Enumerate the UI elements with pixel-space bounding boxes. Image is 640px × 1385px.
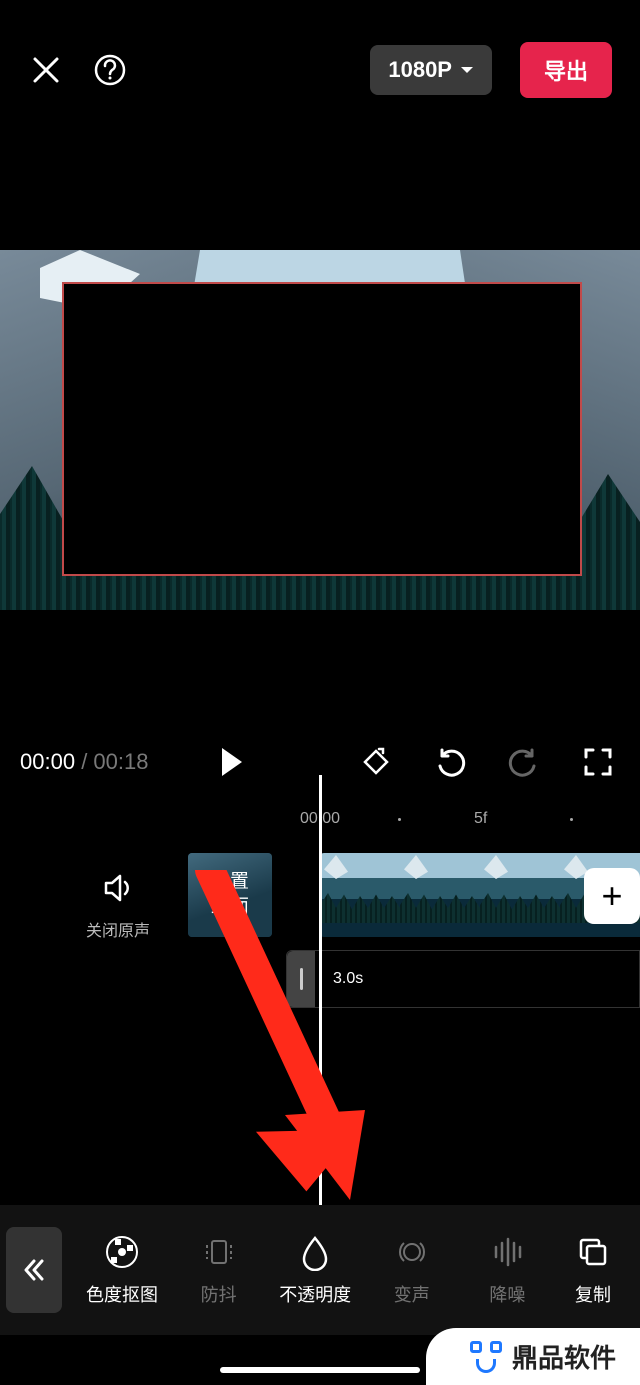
tool-stabilize[interactable]: 防抖 — [184, 1233, 254, 1307]
time-display: 00:00 / 00:18 — [20, 749, 148, 775]
clip-duration: 3.0s — [333, 970, 363, 988]
tool-opacity[interactable]: 不透明度 — [279, 1233, 351, 1307]
tool-voice-change[interactable]: 变声 — [377, 1233, 447, 1307]
chevron-double-left-icon — [20, 1256, 48, 1284]
redo-button[interactable] — [502, 740, 546, 784]
denoise-icon — [488, 1233, 526, 1271]
tool-label: 复制 — [575, 1281, 611, 1307]
cover-label: 设置 封面 — [211, 870, 249, 919]
watermark-text: 鼎品软件 — [512, 1338, 616, 1375]
watermark-logo-icon — [470, 1341, 502, 1373]
set-cover-button[interactable]: 设置 封面 — [188, 853, 272, 937]
current-time: 00:00 — [20, 749, 75, 774]
close-icon[interactable] — [28, 52, 64, 88]
speaker-icon — [100, 870, 136, 906]
clip-trim-handle[interactable] — [287, 951, 315, 1007]
tool-label: 防抖 — [201, 1281, 237, 1307]
opacity-icon — [296, 1233, 334, 1271]
tool-copy[interactable]: 复制 — [568, 1233, 618, 1307]
ruler-tick: 5f — [474, 810, 487, 828]
help-icon[interactable] — [92, 52, 128, 88]
tool-denoise[interactable]: 降噪 — [472, 1233, 542, 1307]
watermark: 鼎品软件 — [426, 1328, 640, 1385]
playhead[interactable] — [319, 775, 322, 1205]
mute-audio-button[interactable]: 关闭原声 — [86, 870, 150, 941]
total-time: 00:18 — [93, 749, 148, 774]
home-indicator[interactable] — [220, 1367, 420, 1373]
voice-icon — [393, 1233, 431, 1271]
tool-chroma-key[interactable]: 色度抠图 — [86, 1233, 158, 1307]
tool-label: 色度抠图 — [86, 1281, 158, 1307]
fullscreen-button[interactable] — [576, 740, 620, 784]
overlay-clip-track[interactable]: 3.0s — [286, 950, 640, 1008]
chevron-down-icon — [460, 65, 474, 75]
toolbar-back-button[interactable] — [6, 1227, 62, 1313]
chroma-icon — [103, 1233, 141, 1271]
keyframe-button[interactable] — [354, 740, 398, 784]
add-clip-button[interactable]: + — [584, 868, 640, 924]
plus-icon: + — [601, 875, 622, 917]
undo-button[interactable] — [428, 740, 472, 784]
resolution-label: 1080P — [388, 57, 452, 83]
play-icon — [222, 748, 242, 776]
overlay-clip-bounds[interactable] — [62, 282, 582, 576]
export-button[interactable]: 导出 — [520, 42, 612, 98]
resolution-button[interactable]: 1080P — [370, 45, 492, 95]
copy-icon — [574, 1233, 612, 1271]
tool-label: 降噪 — [489, 1281, 525, 1307]
bottom-toolbar: 色度抠图 防抖 不透明度 变声 降噪 复制 — [0, 1205, 640, 1335]
preview-canvas[interactable] — [0, 250, 640, 610]
tool-label: 变声 — [394, 1281, 430, 1307]
tool-label: 不透明度 — [279, 1281, 351, 1307]
play-button[interactable] — [210, 740, 254, 784]
mute-label: 关闭原声 — [86, 917, 150, 941]
stabilize-icon — [200, 1233, 238, 1271]
